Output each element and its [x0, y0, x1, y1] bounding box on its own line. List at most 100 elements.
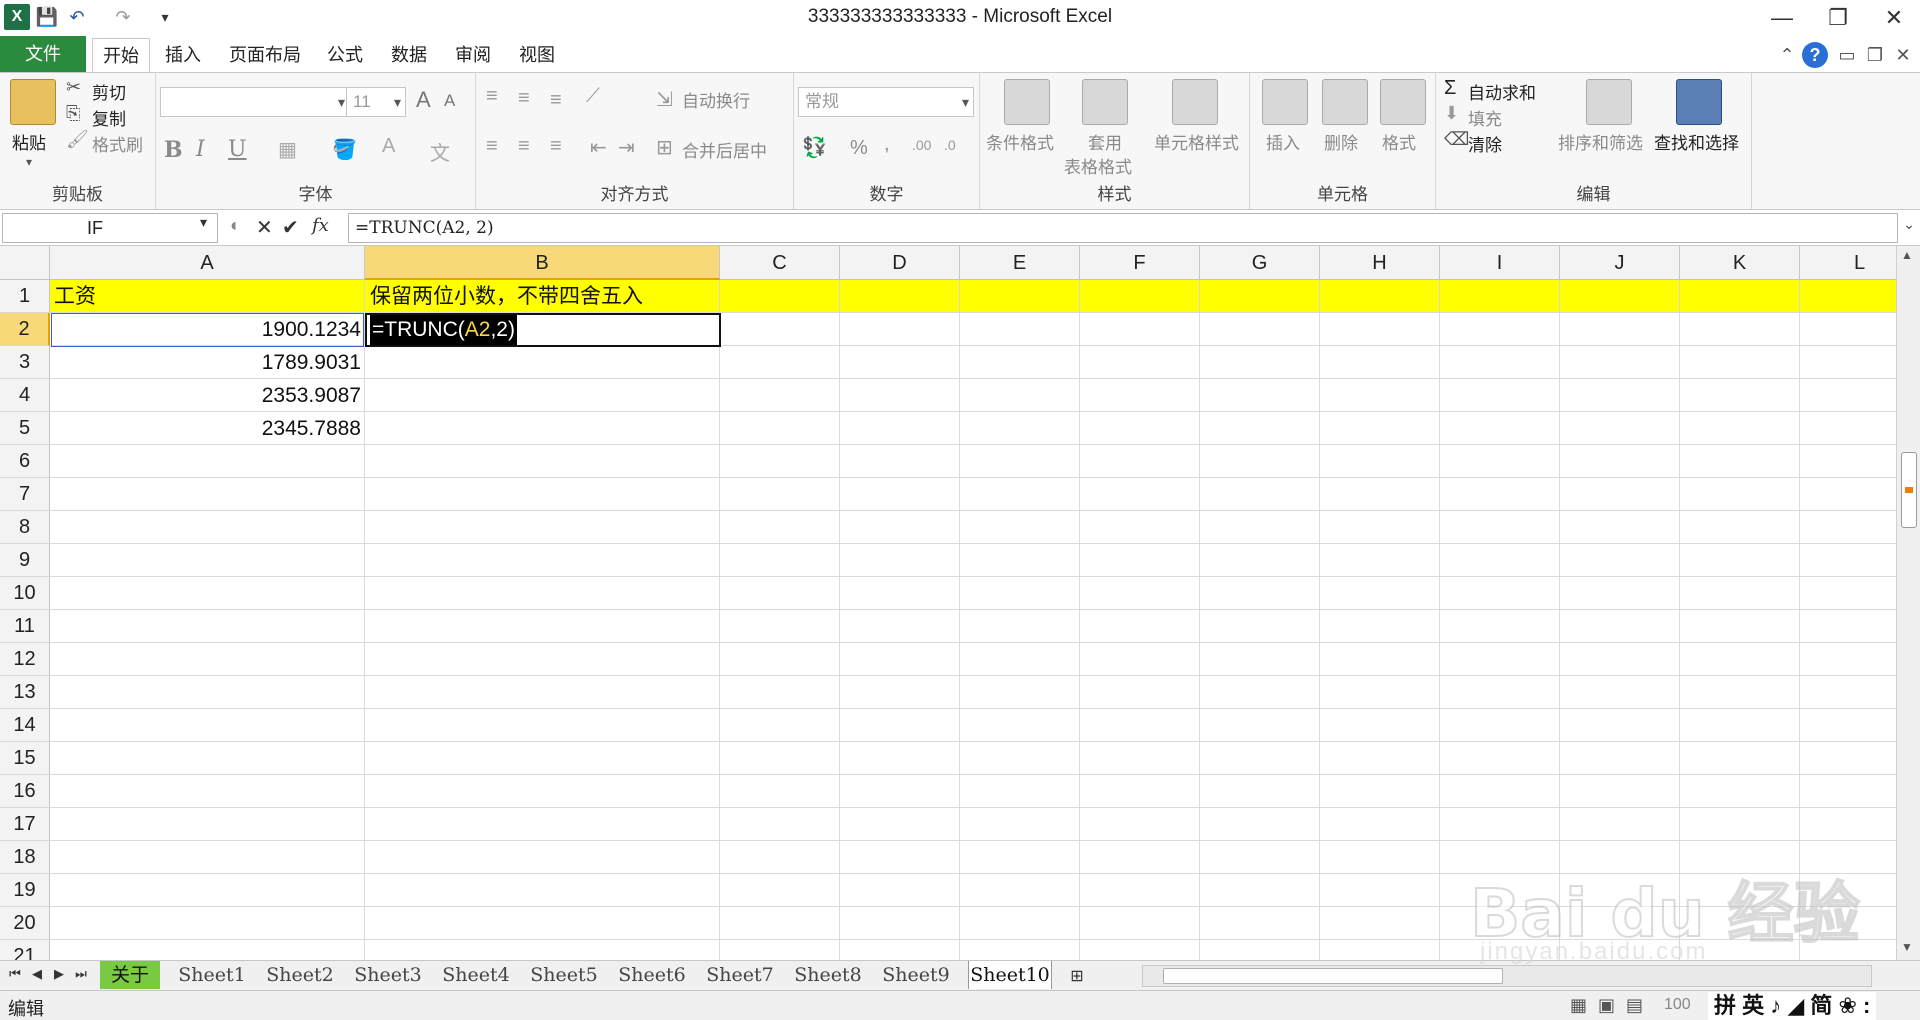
row-header-14[interactable]: 14: [0, 709, 50, 742]
column-header-g[interactable]: G: [1200, 246, 1320, 280]
row-header-17[interactable]: 17: [0, 808, 50, 841]
row-header-12[interactable]: 12: [0, 643, 50, 676]
page-break-view-icon[interactable]: ▤: [1626, 995, 1643, 1016]
align-left-icon[interactable]: ≡: [486, 135, 498, 158]
help-icon[interactable]: ?: [1802, 42, 1828, 68]
vertical-scroll-thumb[interactable]: [1901, 452, 1917, 528]
align-bottom-icon[interactable]: ≡: [550, 89, 562, 112]
column-header-f[interactable]: F: [1080, 246, 1200, 280]
cancel-icon[interactable]: ✕: [256, 215, 273, 240]
decrease-decimal-icon[interactable]: .0: [944, 137, 956, 153]
insert-function-button[interactable]: fx: [312, 215, 329, 236]
conditional-format-icon[interactable]: [1004, 79, 1050, 125]
enter-icon[interactable]: ✔: [282, 215, 299, 240]
binoculars-icon[interactable]: [1676, 79, 1722, 125]
row-header-9[interactable]: 9: [0, 544, 50, 577]
row-header-11[interactable]: 11: [0, 610, 50, 643]
align-top-icon[interactable]: ≡: [486, 85, 498, 108]
row-header-3[interactable]: 3: [0, 346, 50, 379]
align-middle-icon[interactable]: ≡: [518, 87, 530, 110]
table-format-icon[interactable]: [1082, 79, 1128, 125]
format-painter-button[interactable]: 格式刷: [92, 131, 143, 156]
find-select-button[interactable]: 查找和选择: [1654, 129, 1739, 154]
format-cells-button[interactable]: 格式: [1382, 129, 1416, 154]
column-header-k[interactable]: K: [1680, 246, 1800, 280]
name-box-dropdown-icon[interactable]: ▾: [200, 214, 207, 231]
column-header-h[interactable]: H: [1320, 246, 1440, 280]
decrease-indent-icon[interactable]: ⇤: [590, 135, 607, 160]
row-header-15[interactable]: 15: [0, 742, 50, 775]
row-header-13[interactable]: 13: [0, 676, 50, 709]
row-header-5[interactable]: 5: [0, 412, 50, 445]
window-min-icon[interactable]: ▭: [1834, 42, 1860, 68]
minimize-icon[interactable]: —: [1754, 2, 1810, 34]
align-center-icon[interactable]: ≡: [518, 135, 530, 158]
currency-icon[interactable]: 💱: [802, 135, 827, 160]
conditional-format-button[interactable]: 条件格式: [986, 129, 1054, 154]
autosum-button[interactable]: 自动求和: [1468, 79, 1536, 104]
normal-view-icon[interactable]: ▦: [1570, 995, 1587, 1016]
column-header-l[interactable]: L: [1800, 246, 1896, 280]
minimize-ribbon-icon[interactable]: ⌃: [1774, 42, 1800, 68]
insert-cells-icon[interactable]: [1262, 79, 1308, 125]
number-format-select[interactable]: 常规: [798, 87, 974, 117]
scroll-down-icon[interactable]: ▼: [1901, 940, 1913, 954]
cell-styles-icon[interactable]: [1172, 79, 1218, 125]
function-list-icon[interactable]: ◖: [228, 215, 239, 236]
delete-cells-icon[interactable]: [1322, 79, 1368, 125]
column-header-j[interactable]: J: [1560, 246, 1680, 280]
font-name-select[interactable]: [160, 87, 350, 117]
fill-color-icon[interactable]: 🪣: [332, 137, 357, 162]
phonetic-icon[interactable]: 文: [430, 137, 450, 166]
orientation-icon[interactable]: ⟋: [586, 85, 600, 108]
tab-view[interactable]: 视图: [514, 38, 560, 72]
column-header-a[interactable]: A: [50, 246, 365, 280]
border-icon[interactable]: ▦: [278, 137, 297, 162]
cell-a5[interactable]: 2345.7888: [50, 412, 365, 445]
row-header-8[interactable]: 8: [0, 511, 50, 544]
window-restore-icon[interactable]: ❐: [1862, 42, 1888, 68]
merge-center-button[interactable]: 合并后居中: [682, 137, 767, 162]
wrap-text-icon[interactable]: ⇲: [656, 87, 673, 112]
next-sheet-icon[interactable]: ▶: [50, 966, 68, 982]
row-header-10[interactable]: 10: [0, 577, 50, 610]
horizontal-scrollbar[interactable]: [1142, 965, 1872, 987]
row-header-16[interactable]: 16: [0, 775, 50, 808]
vertical-scrollbar[interactable]: ▲ ▼: [1896, 246, 1920, 960]
sheet-tab-sheet5[interactable]: Sheet5: [528, 961, 600, 989]
sheet-tab-sheet8[interactable]: Sheet8: [792, 961, 864, 989]
sheet-tab-sheet2[interactable]: Sheet2: [264, 961, 336, 989]
column-header-b[interactable]: B: [365, 246, 720, 280]
sort-filter-button[interactable]: 排序和筛选: [1558, 129, 1643, 154]
sheet-tab-sheet10[interactable]: Sheet10: [968, 961, 1052, 989]
align-right-icon[interactable]: ≡: [550, 135, 562, 158]
sheet-tab-sheet6[interactable]: Sheet6: [616, 961, 688, 989]
close-icon[interactable]: ✕: [1866, 2, 1920, 34]
wrap-text-button[interactable]: 自动换行: [682, 87, 750, 112]
ime-toolbar[interactable]: 拼 英 ♪ ◢ 简 ❀ :: [1708, 992, 1877, 1020]
last-sheet-icon[interactable]: ⏭: [72, 966, 90, 982]
percent-button[interactable]: %: [850, 137, 868, 160]
table-format-button[interactable]: 套用: [1088, 129, 1122, 154]
row-header-20[interactable]: 20: [0, 907, 50, 940]
sheet-tab-sheet9[interactable]: Sheet9: [880, 961, 952, 989]
row-header-1[interactable]: 1: [0, 280, 50, 313]
zoom-level[interactable]: 100: [1664, 996, 1691, 1014]
window-close-icon[interactable]: ✕: [1890, 42, 1916, 68]
formula-input[interactable]: =TRUNC(A2, 2): [348, 213, 1898, 243]
bold-button[interactable]: B: [164, 137, 183, 163]
restore-icon[interactable]: ❐: [1810, 2, 1866, 34]
column-header-d[interactable]: D: [840, 246, 960, 280]
paste-button[interactable]: 粘贴: [12, 129, 46, 154]
name-box[interactable]: IF: [2, 213, 218, 243]
tab-formulas[interactable]: 公式: [322, 38, 368, 72]
cut-button[interactable]: 剪切: [92, 79, 126, 104]
expand-formula-icon[interactable]: ⌄: [1900, 216, 1918, 240]
sheet-tab-about[interactable]: 关于: [100, 961, 160, 989]
column-header-c[interactable]: C: [720, 246, 840, 280]
row-header-18[interactable]: 18: [0, 841, 50, 874]
underline-button[interactable]: U: [228, 137, 247, 162]
cell-a1[interactable]: 工资: [54, 280, 96, 313]
row-header-6[interactable]: 6: [0, 445, 50, 478]
sheet-tab-sheet1[interactable]: Sheet1: [176, 961, 248, 989]
